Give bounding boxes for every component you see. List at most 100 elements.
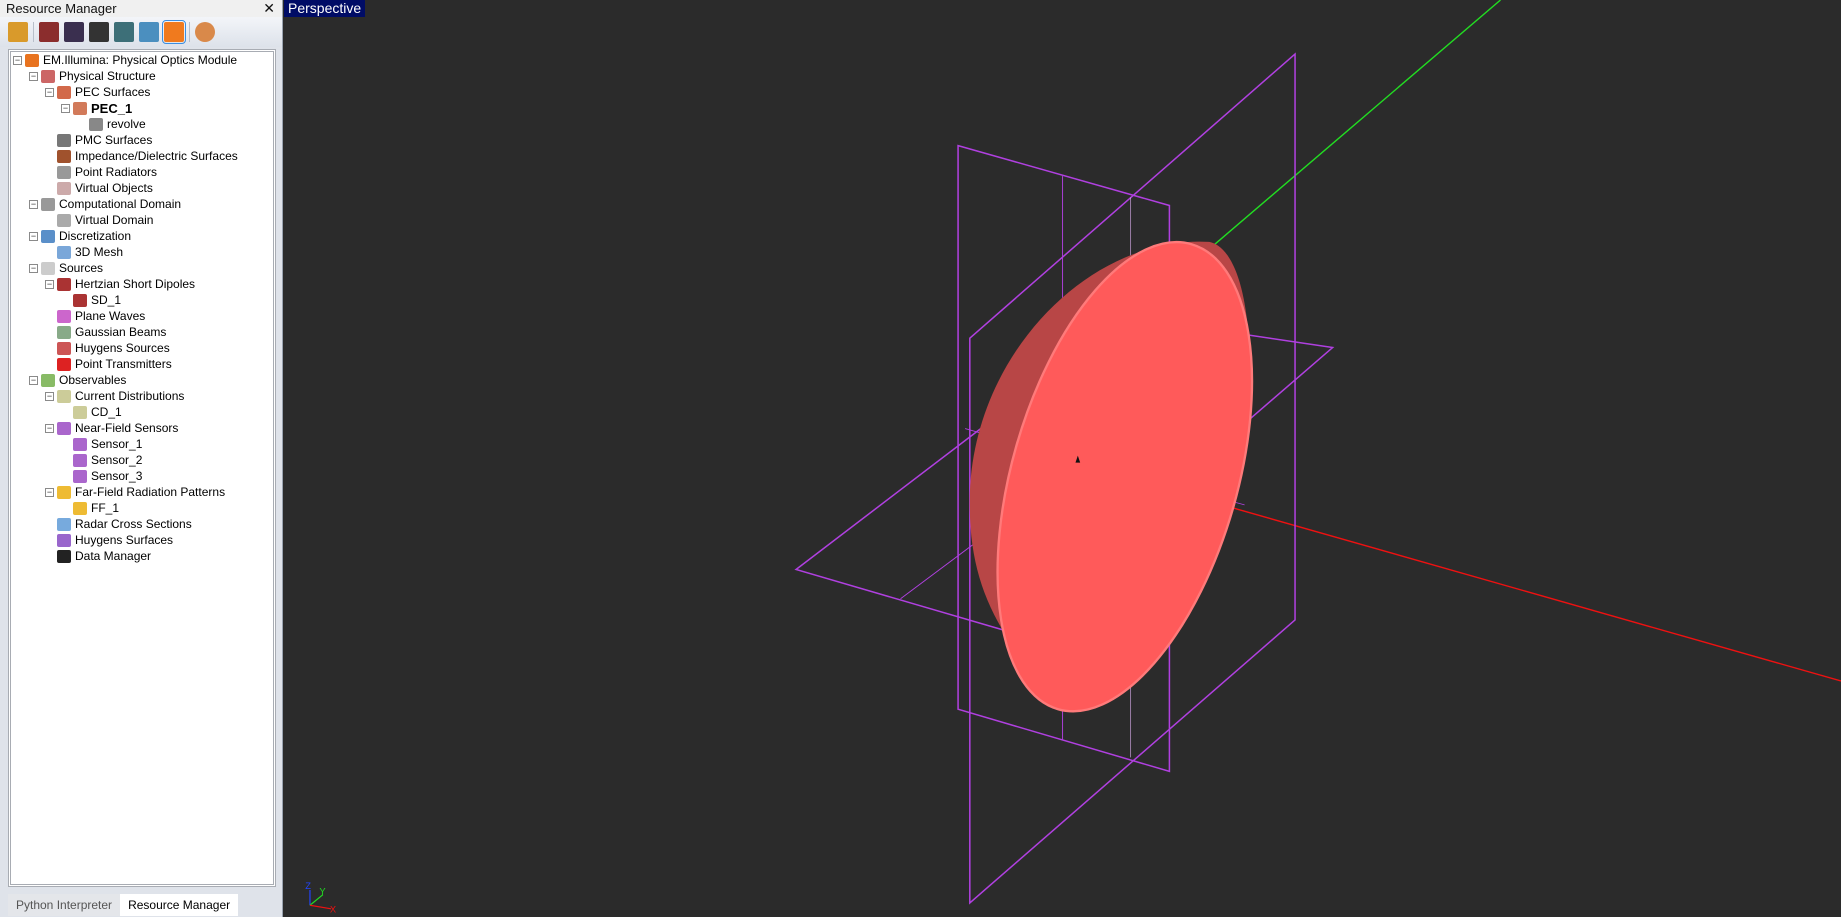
tree-node-icon	[57, 149, 71, 163]
collapse-toggle-icon[interactable]: −	[45, 487, 54, 497]
collapse-toggle-icon[interactable]: −	[29, 231, 38, 241]
tree-item[interactable]: − Near-Field Sensors	[11, 420, 273, 436]
po-module-icon[interactable]	[162, 20, 186, 44]
tree-item-label: Huygens Sources	[75, 341, 170, 355]
close-icon[interactable]: ✕	[263, 0, 275, 17]
tree-node-icon	[57, 309, 71, 323]
tree-item-label: Point Radiators	[75, 165, 158, 179]
tree-item[interactable]: Gaussian Beams	[11, 324, 273, 340]
tree-item[interactable]: Sensor_2	[11, 452, 273, 468]
tree-node-icon	[73, 501, 87, 515]
tab-python-interpreter[interactable]: Python Interpreter	[8, 894, 121, 916]
tree-item-label: Discretization	[59, 229, 132, 243]
collapse-toggle-icon[interactable]: −	[45, 87, 54, 97]
wave-icon[interactable]	[64, 22, 84, 42]
tree-item-label: Gaussian Beams	[75, 325, 167, 339]
tree-item[interactable]: Impedance/Dielectric Surfaces	[11, 148, 273, 164]
tree-node-icon	[89, 117, 103, 131]
tree-item-label: Huygens Surfaces	[75, 533, 174, 547]
tree-item[interactable]: − PEC Surfaces	[11, 84, 273, 100]
tree-item[interactable]: Sensor_3	[11, 468, 273, 484]
tree-item[interactable]: Radar Cross Sections	[11, 516, 273, 532]
tree-item[interactable]: − EM.Illumina: Physical Optics Module	[11, 52, 273, 68]
tree-item[interactable]: − Far-Field Radiation Patterns	[11, 484, 273, 500]
tree-item[interactable]: Virtual Domain	[11, 212, 273, 228]
tree-item[interactable]: Virtual Objects	[11, 180, 273, 196]
collapse-toggle-icon[interactable]: −	[29, 263, 38, 273]
rcs-icon[interactable]	[139, 22, 159, 42]
tree-node-icon	[57, 277, 71, 291]
tree-node-icon	[41, 373, 55, 387]
svg-text:X: X	[330, 903, 337, 914]
collapse-toggle-icon[interactable]: −	[29, 199, 38, 209]
tree-item[interactable]: 3D Mesh	[11, 244, 273, 260]
tree-item[interactable]: − Physical Structure	[11, 68, 273, 84]
tree-item[interactable]: − Sources	[11, 260, 273, 276]
tree-item[interactable]: Sensor_1	[11, 436, 273, 452]
tree-node-icon	[41, 197, 55, 211]
tab-resource-manager[interactable]: Resource Manager	[120, 894, 239, 916]
tree-item-label: Sensor_3	[91, 469, 143, 483]
em-tool-icon[interactable]	[8, 22, 28, 42]
target-icon[interactable]	[195, 22, 215, 42]
tree-node-icon	[41, 69, 55, 83]
tree-node-icon	[57, 181, 71, 195]
tree-item-label: Plane Waves	[75, 309, 146, 323]
tree-item[interactable]: − Hertzian Short Dipoles	[11, 276, 273, 292]
tree-node-icon	[73, 293, 87, 307]
tree-item-label: Current Distributions	[75, 389, 185, 403]
tree-node-icon	[73, 437, 87, 451]
collapse-toggle-icon[interactable]: −	[45, 423, 54, 433]
pec-icon[interactable]	[39, 22, 59, 42]
tree-item-label: Sources	[59, 261, 104, 275]
tree-item[interactable]: − PEC_1	[11, 100, 273, 116]
tree-item[interactable]: − Current Distributions	[11, 388, 273, 404]
tree-item[interactable]: PMC Surfaces	[11, 132, 273, 148]
tree-node-icon	[73, 101, 87, 115]
tree-item[interactable]: Huygens Surfaces	[11, 532, 273, 548]
collapse-toggle-icon[interactable]: −	[13, 55, 22, 65]
tree-item-label: Physical Structure	[59, 69, 156, 83]
collapse-toggle-icon[interactable]: −	[29, 71, 38, 81]
tree-node-icon	[57, 165, 71, 179]
tree-item[interactable]: Plane Waves	[11, 308, 273, 324]
tree-item-label: CD_1	[91, 405, 122, 419]
tree-item[interactable]: − Observables	[11, 372, 273, 388]
tree-item-label: Sensor_1	[91, 437, 143, 451]
resource-tree[interactable]: − EM.Illumina: Physical Optics Module − Phy…	[8, 49, 276, 887]
tree-item-label: Observables	[59, 373, 127, 387]
molecule-icon[interactable]	[89, 22, 109, 42]
tree-item[interactable]: FF_1	[11, 500, 273, 516]
tree-node-icon	[73, 405, 87, 419]
tree-item[interactable]: revolve	[11, 116, 273, 132]
collapse-toggle-icon[interactable]: −	[61, 103, 70, 113]
toolbar	[0, 17, 282, 47]
tree-item[interactable]: − Discretization	[11, 228, 273, 244]
tree-node-icon	[57, 85, 71, 99]
tree-node-icon	[41, 229, 55, 243]
collapse-toggle-icon[interactable]: −	[29, 375, 38, 385]
ground-icon[interactable]	[114, 22, 134, 42]
tree-item-label: PMC Surfaces	[75, 133, 153, 147]
tree-item[interactable]: CD_1	[11, 404, 273, 420]
tree-item[interactable]: − Computational Domain	[11, 196, 273, 212]
tree-node-icon	[73, 453, 87, 467]
tree-item[interactable]: Point Transmitters	[11, 356, 273, 372]
tree-item[interactable]: SD_1	[11, 292, 273, 308]
tree-item[interactable]: Data Manager	[11, 548, 273, 564]
tree-node-icon	[57, 133, 71, 147]
collapse-toggle-icon[interactable]: −	[45, 391, 54, 401]
tree-item-label: 3D Mesh	[75, 245, 124, 259]
collapse-toggle-icon[interactable]: −	[45, 279, 54, 289]
tree-node-icon	[57, 341, 71, 355]
svg-text:Y: Y	[319, 886, 326, 897]
tree-item[interactable]: Point Radiators	[11, 164, 273, 180]
tree-item-label: EM.Illumina: Physical Optics Module	[43, 53, 238, 67]
tree-node-icon	[57, 485, 71, 499]
tree-item[interactable]: Huygens Sources	[11, 340, 273, 356]
tree-item-label: revolve	[107, 117, 146, 131]
tree-node-icon	[25, 53, 39, 67]
toolbar-separator	[33, 22, 34, 42]
view-mode-label[interactable]: Perspective	[284, 0, 366, 17]
panel-title: Resource Manager ✕	[0, 0, 282, 17]
